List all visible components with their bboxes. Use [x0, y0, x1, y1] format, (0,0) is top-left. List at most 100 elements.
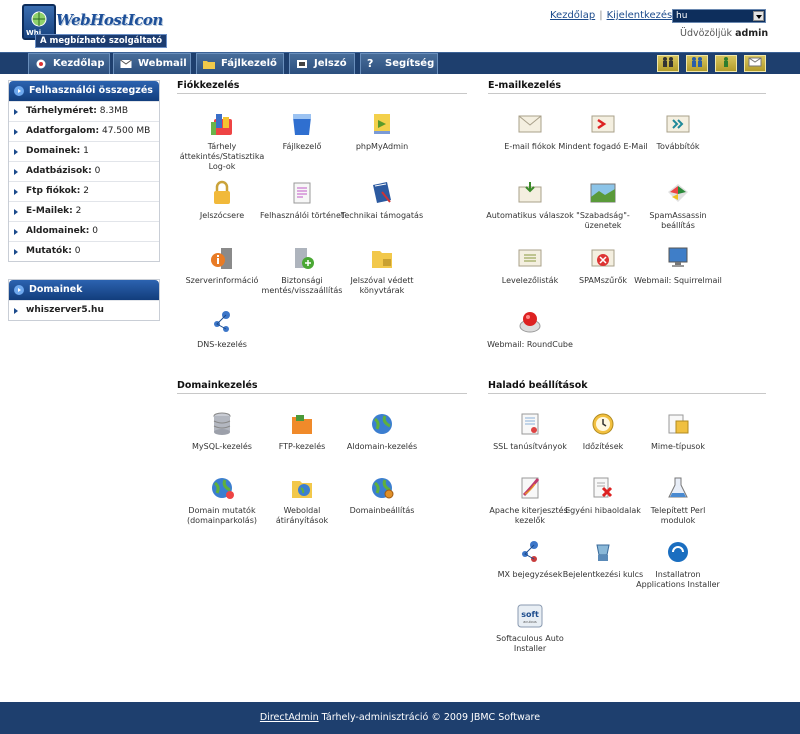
tech-support-item[interactable]: Technikai támogatás [337, 180, 427, 221]
phpmyadmin-item[interactable]: phpMyAdmin [337, 111, 427, 152]
footer-text: Tárhely-adminisztráció © 2009 JBMC Softw… [318, 712, 541, 723]
mail-icon[interactable] [744, 55, 766, 72]
tab-label: Webmail [138, 58, 187, 69]
dns-management-item[interactable]: DNS-kezelés [177, 309, 267, 350]
tab-home[interactable]: Kezdőlap [28, 53, 110, 74]
stat-value: 1 [83, 146, 89, 156]
folder-icon [203, 61, 215, 69]
forward-envelope-icon [666, 115, 690, 133]
site-redirection-item[interactable]: Weboldal átirányítások [257, 475, 347, 526]
question-icon: ? [367, 57, 374, 70]
logo-name: WebHostIcon [56, 11, 163, 29]
autoresponder-icon [518, 182, 542, 203]
mysql-management-item[interactable]: MySQL-kezelés [177, 411, 267, 452]
item-label: Telepített Perl modulok [650, 506, 706, 525]
softaculous-logo-text: soft [521, 610, 539, 619]
item-label: Felhasználói történet [259, 211, 344, 220]
language-select[interactable]: hu [672, 9, 766, 23]
navbar: Kezdőlap Webmail Fájlkezelő Jelszó ? Seg… [0, 52, 800, 74]
stat-value: 2 [83, 186, 90, 196]
stat-row: Mutatók: 0 [9, 241, 159, 261]
user-icon[interactable] [715, 55, 737, 72]
item-label: Jelszócsere [199, 211, 245, 220]
subdomain-management-item[interactable]: Aldomain-kezelés [337, 411, 427, 452]
domain-name[interactable]: whiszerver5.hu [26, 305, 104, 315]
tab-password[interactable]: Jelszó [289, 53, 355, 74]
mailing-list-icon [518, 249, 542, 267]
section-email-management: E-mailkezelés E-mail fiókok Mindent foga… [485, 80, 766, 370]
item-label: Jelszóval védett könyvtárak [350, 276, 414, 295]
directadmin-link[interactable]: DirectAdmin [260, 712, 319, 723]
stats-logs-item[interactable]: Tárhely áttekintés/Statisztika Log-ok [177, 111, 267, 172]
tab-label: Fájlkezelő [221, 58, 277, 69]
history-icon [293, 182, 311, 204]
phpmyadmin-icon [374, 114, 390, 134]
login-key-icon [596, 544, 610, 561]
section-title: Fiókkezelés [177, 80, 467, 94]
domain-setup-item[interactable]: Domainbeállítás [337, 475, 427, 516]
database-icon [213, 412, 231, 435]
ftp-management-item[interactable]: FTP-kezelés [257, 411, 347, 452]
sidebar: Felhasználói összegzés Tárhelyméret: 8.3… [0, 74, 168, 702]
stat-value: 47.500 MB [101, 126, 151, 136]
tab-webmail[interactable]: Webmail [113, 53, 191, 74]
item-label: Biztonsági mentés/visszaállítás [261, 276, 343, 295]
main-content: Fiókkezelés Tárhely áttekintés/Statiszti… [168, 74, 800, 702]
stats-icon [211, 114, 232, 135]
section-title: Haladó beállítások [488, 380, 766, 394]
squirrelmail-item[interactable]: Webmail: Squirrelmail [633, 245, 723, 286]
softaculous-item[interactable]: soft aculous Softaculous Auto Installer [485, 603, 575, 654]
logo[interactable]: Whi WebHostIcon A megbízható szolgáltató [22, 4, 168, 48]
top-links: Kezdőlap | Kijelentkezés [550, 10, 672, 21]
perl-modules-item[interactable]: Telepített Perl modulok [633, 475, 723, 526]
mime-file-icon [668, 414, 689, 434]
padlock-icon [214, 180, 230, 204]
spamassassin-item[interactable]: SpamAssassin beállítás [633, 180, 723, 231]
backup-restore-item[interactable]: Biztonsági mentés/visszaállítás [257, 245, 347, 296]
stat-label: Ftp fiókok: [26, 186, 81, 196]
mime-types-item[interactable]: Mime-típusok [633, 411, 723, 452]
resellers-icon[interactable] [686, 55, 708, 72]
chevron-down-icon[interactable] [753, 11, 764, 21]
domain-pointers-item[interactable]: Domain mutatók (domainparkolás) [177, 475, 267, 526]
item-label: Softaculous Auto Installer [496, 634, 564, 653]
envelope-icon [518, 115, 542, 133]
domains-title: Domainek [9, 280, 159, 300]
item-label: Tárhely áttekintés/Statisztika Log-ok [179, 142, 265, 171]
globe-settings-icon [372, 478, 394, 499]
password-change-item[interactable]: Jelszócsere [177, 180, 267, 221]
globe-pointer-icon [212, 478, 234, 499]
backup-icon [295, 248, 314, 269]
footer: DirectAdmin Tárhely-adminisztráció © 200… [0, 702, 800, 734]
protected-dirs-item[interactable]: Jelszóval védett könyvtárak [337, 245, 427, 296]
roundcube-item[interactable]: Webmail: RoundCube [485, 309, 575, 350]
installatron-item[interactable]: Installatron Applications Installer [633, 539, 723, 590]
users-icon[interactable] [657, 55, 679, 72]
stat-row: Aldomainek: 0 [9, 221, 159, 241]
domain-item[interactable]: whiszerver5.hu [9, 300, 159, 320]
home-link[interactable]: Kezdőlap [550, 10, 595, 21]
item-label: phpMyAdmin [355, 142, 409, 151]
server-info-item[interactable]: Szerverinformáció [177, 245, 267, 286]
item-label: Továbbítók [656, 142, 700, 151]
stat-value: 0 [92, 226, 98, 236]
forwarders-item[interactable]: Továbbítók [633, 111, 723, 152]
ftp-folder-icon [292, 415, 312, 434]
certificate-icon [521, 413, 539, 435]
tab-label: Jelszó [314, 58, 347, 69]
monitor-icon [668, 247, 688, 267]
user-history-item[interactable]: Felhasználói történet [257, 180, 347, 221]
stat-row: Domainek: 1 [9, 141, 159, 161]
file-manager-item[interactable]: Fájlkezelő [257, 111, 347, 152]
stat-label: Domainek: [26, 146, 81, 156]
tab-file-manager[interactable]: Fájlkezelő [196, 53, 284, 74]
stat-label: Adatforgalom: [26, 126, 100, 136]
softaculous-icon: softaculous [517, 604, 543, 628]
item-label: Fájlkezelő [282, 142, 322, 151]
logout-link[interactable]: Kijelentkezés [607, 10, 673, 21]
stat-value: 0 [74, 246, 81, 256]
tab-help[interactable]: ? Segítség [360, 53, 438, 74]
apache-feather-icon [521, 477, 540, 499]
item-label: MySQL-kezelés [192, 442, 252, 451]
item-label: SpamAssassin beállítás [649, 211, 707, 230]
